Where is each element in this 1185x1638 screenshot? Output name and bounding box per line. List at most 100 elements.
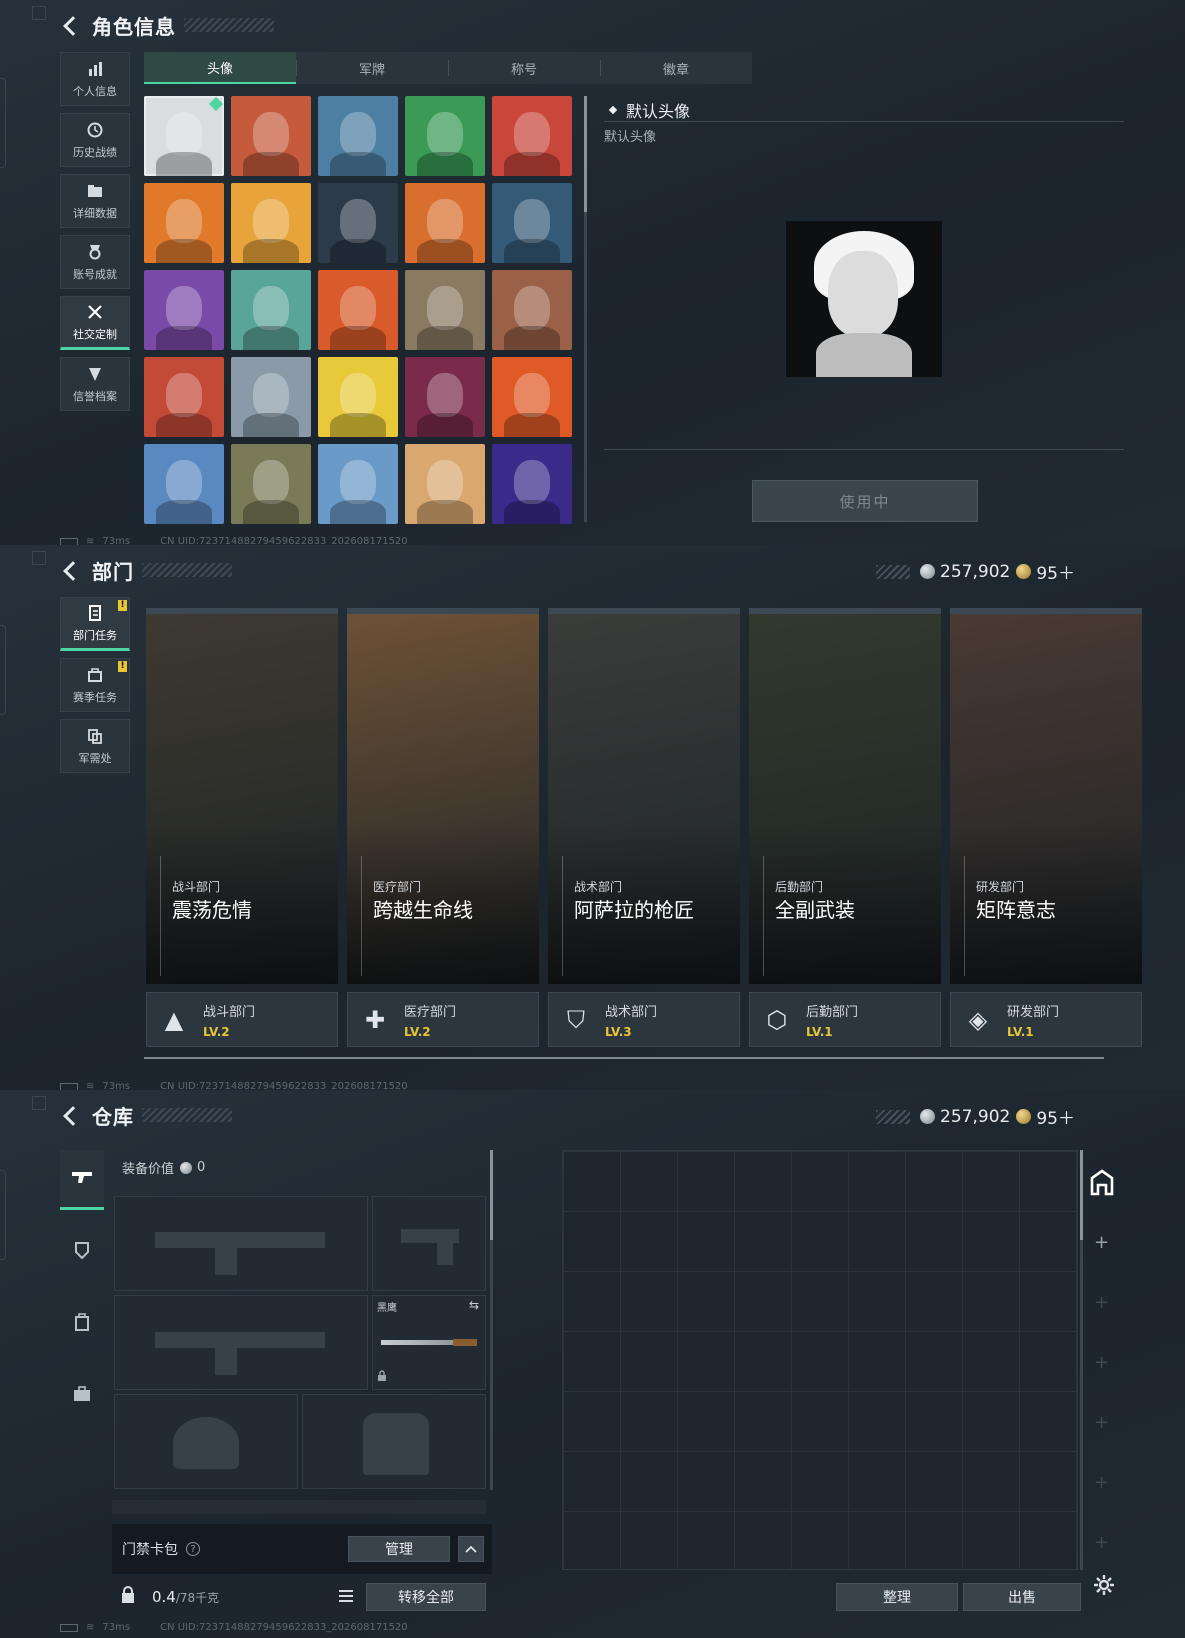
- transfer-all-button[interactable]: 转移全部: [366, 1583, 486, 1611]
- status-bar: ≋ 73ms CN UID:72371488279459622833_20260…: [60, 536, 408, 545]
- battery-icon: [60, 537, 78, 545]
- department-level-button[interactable]: ⬡ 后勤部门 LV.1: [749, 992, 941, 1047]
- alert-badge: !: [118, 600, 127, 611]
- primary-weapon-slot[interactable]: [114, 1196, 368, 1291]
- avatar-scrollbar[interactable]: [584, 96, 587, 522]
- avatar-option[interactable]: [405, 183, 485, 263]
- avatar-option[interactable]: [318, 96, 398, 176]
- department-level-button[interactable]: ⛉ 战术部门 LV.3: [548, 992, 740, 1047]
- sidebar-item-history[interactable]: 历史战绩: [60, 113, 130, 167]
- avatar-option[interactable]: [318, 444, 398, 524]
- add-storage-icon[interactable]: +: [1094, 1532, 1109, 1553]
- scrollbar-thumb[interactable]: [584, 96, 587, 212]
- avatar-option[interactable]: [231, 357, 311, 437]
- avatar-option[interactable]: [144, 96, 224, 176]
- list-icon[interactable]: [338, 1588, 354, 1607]
- loadout-scrollbar[interactable]: [490, 1150, 493, 1490]
- department-emblem-icon: ⛉: [567, 1005, 585, 1034]
- department-card[interactable]: 医疗部门 跨越生命线: [347, 608, 539, 984]
- avatar-option[interactable]: [144, 444, 224, 524]
- storage-home-icon[interactable]: [1088, 1168, 1116, 1196]
- scrollbar-thumb[interactable]: [1080, 1150, 1083, 1240]
- avatar-option[interactable]: [231, 96, 311, 176]
- manage-button[interactable]: 管理: [348, 1536, 450, 1562]
- add-storage-icon[interactable]: +: [1094, 1292, 1109, 1313]
- helmet-slot[interactable]: [114, 1394, 298, 1489]
- settings-gear-icon[interactable]: [1093, 1574, 1115, 1600]
- armor-slot[interactable]: [302, 1394, 486, 1489]
- sidebar-item-season-task[interactable]: ! 赛季任务: [60, 658, 130, 712]
- add-storage-icon[interactable]: +: [1094, 1232, 1109, 1253]
- department-card[interactable]: 战术部门 阿萨拉的枪匠: [548, 608, 740, 984]
- avatar-option[interactable]: [492, 96, 572, 176]
- sidebar-item-personal-info[interactable]: 个人信息: [60, 52, 130, 106]
- avatar-option[interactable]: [405, 444, 485, 524]
- tab-title[interactable]: 称号: [448, 52, 600, 84]
- avatar-option[interactable]: [144, 357, 224, 437]
- add-storage-icon[interactable]: +: [1094, 1352, 1109, 1373]
- sidebar-item-reputation[interactable]: 信誉档案: [60, 357, 130, 411]
- avatar-option[interactable]: [231, 270, 311, 350]
- silver-coin-icon: [180, 1161, 193, 1174]
- gold-amount[interactable]: 95＋: [1036, 1104, 1075, 1129]
- sidebar-item-armor[interactable]: [60, 1222, 104, 1282]
- avatar-option[interactable]: [144, 183, 224, 263]
- secondary-weapon-slot[interactable]: [114, 1295, 368, 1390]
- avatar-option[interactable]: [318, 183, 398, 263]
- in-use-button[interactable]: 使用中: [752, 480, 978, 522]
- expand-button[interactable]: [458, 1536, 484, 1562]
- avatar-option[interactable]: [231, 183, 311, 263]
- sort-button[interactable]: 整理: [836, 1583, 958, 1611]
- sidebar-item-detailed-data[interactable]: 详细数据: [60, 174, 130, 228]
- avatar-option[interactable]: [144, 270, 224, 350]
- storage-scrollbar[interactable]: [1080, 1150, 1083, 1570]
- department-card[interactable]: 后勤部门 全副武装: [749, 608, 941, 984]
- avatar-option[interactable]: [405, 96, 485, 176]
- department-card[interactable]: 研发部门 矩阵意志: [950, 608, 1142, 984]
- sidebar-item-dept-task[interactable]: ! 部门任务: [60, 597, 130, 651]
- avatar-option[interactable]: [405, 357, 485, 437]
- avatar-option[interactable]: [318, 270, 398, 350]
- gold-coin-icon: [1016, 1109, 1032, 1124]
- back-arrow-icon[interactable]: [60, 559, 82, 581]
- wifi-icon: ≋: [86, 1622, 95, 1633]
- help-icon[interactable]: ?: [186, 1542, 200, 1556]
- sidebar-item-weapons[interactable]: [60, 1150, 104, 1210]
- sidebar-item-social-custom[interactable]: 社交定制: [60, 296, 130, 350]
- department-level-button[interactable]: ✚ 医疗部门 LV.2: [347, 992, 539, 1047]
- sell-button[interactable]: 出售: [963, 1583, 1081, 1611]
- department-level-button[interactable]: ◈ 研发部门 LV.1: [950, 992, 1142, 1047]
- avatar-option[interactable]: [318, 357, 398, 437]
- tab-avatar[interactable]: 头像: [144, 52, 296, 84]
- tab-dogtag[interactable]: 军牌: [296, 52, 448, 84]
- preview-title: 默认头像: [626, 102, 691, 121]
- department-level-button[interactable]: ▲ 战斗部门 LV.2: [146, 992, 338, 1047]
- back-arrow-icon[interactable]: [60, 14, 82, 36]
- add-storage-icon[interactable]: +: [1094, 1472, 1109, 1493]
- corner-frame: [32, 551, 46, 565]
- currency-display: 257,902 95＋: [876, 559, 1075, 584]
- scrollbar-thumb[interactable]: [144, 1057, 1104, 1059]
- scrollbar-thumb[interactable]: [490, 1150, 493, 1240]
- avatar-option[interactable]: [492, 444, 572, 524]
- avatar-option[interactable]: [405, 270, 485, 350]
- avatar-option[interactable]: [492, 270, 572, 350]
- horizontal-scrollbar[interactable]: [144, 1057, 1104, 1059]
- avatar-option[interactable]: [492, 357, 572, 437]
- gold-amount[interactable]: 95＋: [1036, 559, 1075, 584]
- sidebar-item-case[interactable]: [60, 1366, 104, 1426]
- sidebar-item-backpack[interactable]: [60, 1294, 104, 1354]
- storage-grid[interactable]: [562, 1150, 1078, 1570]
- sidebar-item-achievements[interactable]: 账号成就: [60, 235, 130, 289]
- tab-badge[interactable]: 徽章: [600, 52, 752, 84]
- back-arrow-icon[interactable]: [60, 1104, 82, 1126]
- avatar-option[interactable]: [231, 444, 311, 524]
- add-storage-icon[interactable]: +: [1094, 1412, 1109, 1433]
- swap-icon[interactable]: ⇆: [469, 1298, 479, 1312]
- melee-slot[interactable]: 黑鹰 ⇆: [372, 1295, 486, 1390]
- sidebar-item-supply[interactable]: 军需处: [60, 719, 130, 773]
- department-card[interactable]: 战斗部门 震荡危情: [146, 608, 338, 984]
- avatar-option[interactable]: [492, 183, 572, 263]
- pistol-slot[interactable]: [372, 1196, 486, 1291]
- rifle-silhouette: [155, 1232, 325, 1248]
